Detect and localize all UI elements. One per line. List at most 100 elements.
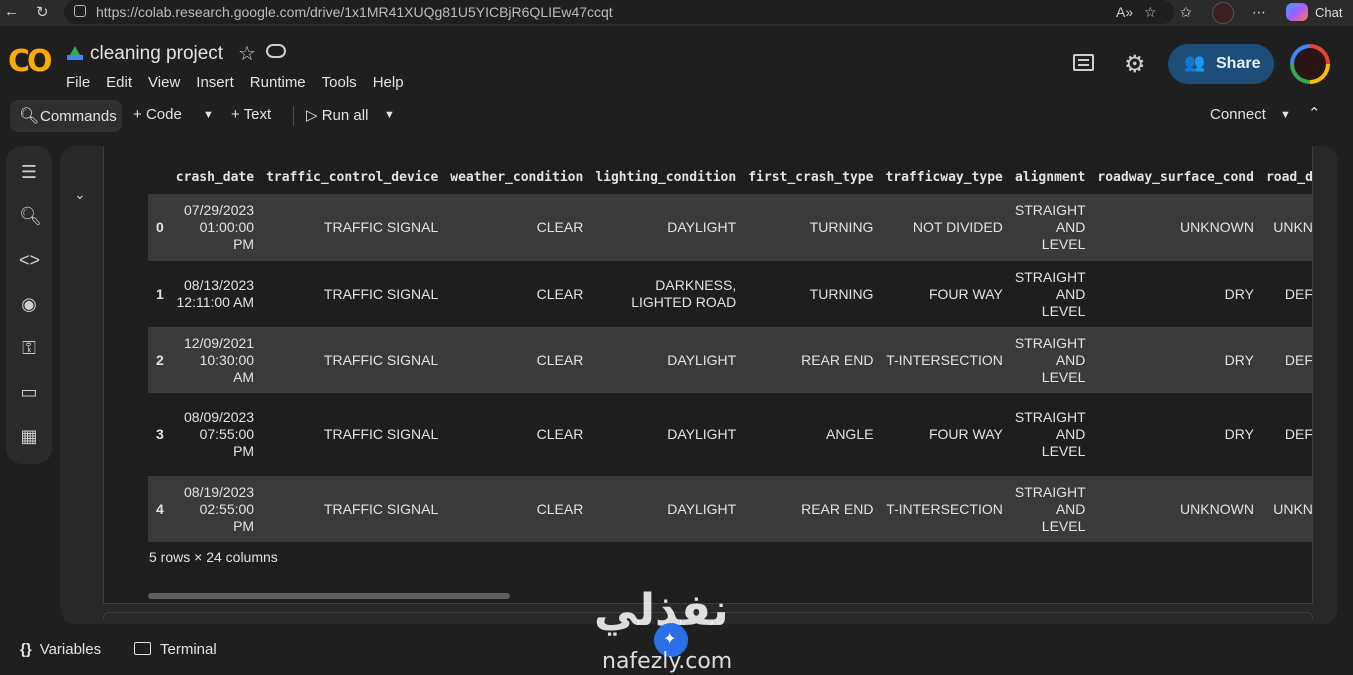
commands-button[interactable]: 🔍︎ Commands — [10, 100, 122, 132]
table-cell: DRY — [1091, 261, 1260, 327]
menu-view[interactable]: View — [148, 74, 180, 91]
menu-help[interactable]: Help — [373, 74, 404, 91]
run-all-button[interactable]: ▷ Run all — [306, 106, 368, 124]
table-of-contents-icon[interactable]: ☰ — [19, 162, 39, 182]
table-row: 4 08/19/2023 02:55:00 PM TRAFFIC SIGNAL … — [148, 476, 1312, 542]
connect-button[interactable]: Connect — [1210, 106, 1266, 123]
table-cell: STRAIGHT AND LEVEL — [1008, 261, 1092, 327]
folder-icon[interactable]: ▭ — [19, 382, 39, 402]
table-cell: DEF — [1259, 261, 1312, 327]
comment-icon[interactable] — [1073, 54, 1094, 71]
table-cell: 08/09/2023 07:55:00 PM — [169, 393, 261, 476]
add-code-button[interactable]: + Code — [133, 106, 182, 123]
chevron-down-icon[interactable]: ⌄ — [74, 186, 86, 203]
row-index: 3 — [148, 393, 170, 476]
table-cell: UNKNOWN — [1091, 476, 1260, 542]
left-sidebar: ☰ 🔍︎ <> ◉ ⚿ ▭ ▦ — [6, 146, 52, 464]
column-header: alignment — [1014, 169, 1086, 185]
run-all-label: Run all — [321, 107, 369, 124]
code-label: Code — [145, 106, 182, 123]
notebook-toolbar: 🔍︎ Commands + Code ▼ + Text ▷ Run all ▼ … — [0, 96, 1353, 136]
table-cell: ANGLE — [742, 393, 880, 476]
star-icon[interactable]: ☆ — [238, 41, 256, 66]
gear-icon[interactable]: ⚙ — [1124, 50, 1146, 79]
table-cell: TRAFFIC SIGNAL — [260, 194, 445, 261]
column-header: first_crash_type — [748, 169, 874, 185]
row-index: 4 — [148, 476, 170, 542]
terminal-icon — [134, 642, 151, 655]
code-dropdown-chevron-icon[interactable]: ▼ — [203, 109, 214, 121]
column-header: trafficway_type — [885, 169, 1003, 185]
address-bar[interactable]: https://colab.research.google.com/drive/… — [64, 0, 1174, 24]
notebook-title[interactable]: cleaning project — [90, 43, 223, 65]
copilot-icon[interactable] — [1286, 3, 1308, 21]
menu-edit[interactable]: Edit — [106, 74, 132, 91]
table-cell: DAYLIGHT — [589, 327, 743, 393]
dataframe-view: crash_date traffic_control_device weathe… — [148, 160, 1313, 546]
table-row: 0 07/29/2023 01:00:00 PM TRAFFIC SIGNAL … — [148, 194, 1312, 261]
column-header: road_d — [1265, 169, 1313, 185]
browser-profile-avatar[interactable] — [1212, 2, 1234, 24]
table-cell: 07/29/2023 01:00:00 PM — [169, 194, 261, 261]
menu-file[interactable]: File — [66, 74, 90, 91]
search-icon: 🔍︎ — [19, 108, 40, 125]
favorites-icon[interactable]: ✩ — [1180, 4, 1192, 21]
table-cell: DEF — [1259, 327, 1312, 393]
table-cell: 12/09/2021 10:30:00 AM — [169, 327, 261, 393]
table-cell: CLEAR — [444, 476, 590, 542]
eye-icon[interactable]: ◉ — [19, 294, 39, 314]
find-icon[interactable]: 🔍︎ — [19, 206, 42, 226]
share-button[interactable]: 👥 Share — [1168, 44, 1274, 84]
add-text-button[interactable]: + Text — [231, 106, 271, 123]
menu-tools[interactable]: Tools — [322, 74, 357, 91]
text-label: Text — [243, 106, 272, 123]
column-header: lighting_condition — [595, 169, 737, 185]
dataframe-table: crash_date traffic_control_device weathe… — [148, 160, 1313, 542]
commands-label: Commands — [40, 108, 117, 125]
collapse-header-icon[interactable]: ⌃ — [1308, 104, 1321, 122]
user-avatar[interactable] — [1290, 44, 1330, 84]
table-body: 0 07/29/2023 01:00:00 PM TRAFFIC SIGNAL … — [148, 194, 1312, 542]
menu-runtime[interactable]: Runtime — [250, 74, 306, 91]
table-cell: TURNING — [742, 194, 880, 261]
read-aloud-icon[interactable]: A» — [1116, 4, 1133, 20]
terminal-button[interactable]: Terminal — [134, 641, 217, 658]
site-info-icon[interactable] — [74, 5, 86, 17]
menu-insert[interactable]: Insert — [196, 74, 234, 91]
back-icon[interactable]: ← — [4, 3, 19, 20]
more-options-icon[interactable]: ⋯ — [1252, 4, 1266, 21]
cloud-saved-icon[interactable] — [266, 44, 286, 58]
key-icon[interactable]: ⚿ — [19, 338, 39, 358]
watermark-logo: نفذلي nafezly.com — [590, 585, 770, 675]
address-url: https://colab.research.google.com/drive/… — [96, 4, 613, 20]
row-index: 0 — [148, 194, 170, 261]
toolbar-divider — [293, 106, 294, 126]
code-snippets-icon[interactable]: <> — [19, 250, 40, 270]
play-icon: ▷ — [306, 107, 318, 124]
favorite-star-icon[interactable]: ☆ — [1144, 4, 1157, 21]
variables-button[interactable]: {} Variables — [20, 641, 101, 658]
reload-icon[interactable]: ↻ — [36, 3, 49, 21]
table-cell: CLEAR — [444, 194, 590, 261]
table-cell: TRAFFIC SIGNAL — [260, 327, 445, 393]
column-header — [148, 160, 170, 194]
run-all-chevron-icon[interactable]: ▼ — [384, 109, 395, 121]
table-cell: STRAIGHT AND LEVEL — [1008, 327, 1092, 393]
table-cell: DAYLIGHT — [589, 393, 743, 476]
table-cell: DRY — [1091, 327, 1260, 393]
table-cell: STRAIGHT AND LEVEL — [1008, 393, 1092, 476]
menu-bar: File Edit View Insert Runtime Tools Help — [66, 74, 420, 91]
header-row: crash_date traffic_control_device weathe… — [148, 160, 1313, 194]
connect-chevron-icon[interactable]: ▼ — [1280, 109, 1291, 121]
table-cell: TRAFFIC SIGNAL — [260, 393, 445, 476]
table-cell: FOUR WAY — [879, 261, 1009, 327]
colab-header: CO cleaning project ☆ File Edit View Ins… — [0, 26, 1353, 96]
table-cell: T-INTERSECTION — [879, 476, 1009, 542]
share-label: Share — [1216, 55, 1261, 72]
chat-label[interactable]: Chat — [1315, 5, 1342, 20]
table-cell: DAYLIGHT — [589, 476, 743, 542]
data-table-icon[interactable]: ▦ — [19, 426, 39, 446]
table-cell: STRAIGHT AND LEVEL — [1008, 476, 1092, 542]
colab-logo[interactable]: CO — [8, 44, 52, 79]
scrollbar-thumb[interactable] — [148, 593, 510, 599]
